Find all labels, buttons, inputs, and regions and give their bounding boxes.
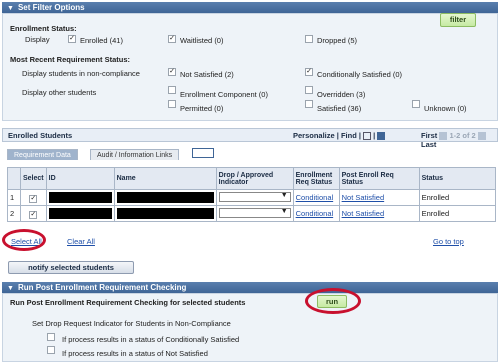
not-satisfied-drop-label: If process results in a status of Not Sa… — [62, 349, 208, 358]
permitted-checkbox[interactable] — [168, 100, 176, 108]
pager: First 1-2 of 2 Last — [421, 131, 497, 149]
other-students-label: Display other students — [22, 88, 97, 97]
download-icon[interactable] — [377, 132, 386, 141]
show-all-columns-icon[interactable] — [192, 148, 214, 158]
enrollment-component-checkbox[interactable] — [168, 86, 176, 94]
redacted-id — [48, 208, 112, 219]
waitlisted-label: Waitlisted (0) — [180, 36, 224, 45]
overridden-label: Overridden (3) — [317, 90, 366, 99]
col-select: Select — [20, 167, 47, 190]
personalize-link[interactable]: Personalize — [293, 131, 335, 140]
filter-section-title: Set Filter Options — [17, 3, 85, 12]
not-satisfied-checkbox[interactable]: ✓ — [168, 68, 176, 76]
dropdown-arrow-icon: ▼ — [280, 207, 288, 215]
enrolled-label: Enrolled (41) — [80, 36, 123, 45]
not-satisfied-label: Not Satisfied (2) — [180, 70, 234, 79]
run-section-title: Run Post Enrollment Requirement Checking — [17, 283, 187, 292]
find-link[interactable]: Find — [341, 131, 357, 140]
post-enroll-status-link[interactable]: Not Satisfied — [342, 193, 385, 202]
overridden-checkbox[interactable] — [305, 86, 313, 94]
highlight-oval-select-all — [2, 229, 46, 251]
enrollment-req-status-link[interactable]: Conditional — [296, 193, 334, 202]
col-post-enroll-status: Post Enroll Req Status — [338, 167, 420, 190]
cond-satisfied-checkbox[interactable]: ✓ — [305, 68, 313, 76]
tab-requirement-data[interactable]: Requirement Data — [7, 149, 78, 160]
run-subheading: Set Drop Request Indicator for Students … — [32, 319, 231, 328]
col-id: ID — [45, 167, 115, 190]
row-number: 2 — [7, 205, 21, 222]
enrolled-students-table: Select ID Name Drop / Approved Indicator… — [7, 167, 497, 222]
unknown-label: Unknown (0) — [424, 104, 467, 113]
col-status: Status — [418, 167, 497, 190]
permitted-label: Permitted (0) — [180, 104, 224, 113]
filter-button[interactable]: filter — [440, 13, 476, 27]
filter-section-header[interactable]: ▼ Set Filter Options — [2, 2, 498, 13]
notify-selected-button[interactable]: notify selected students — [8, 261, 134, 274]
noncompliance-label: Display students in non-compliance — [22, 69, 140, 78]
drop-indicator-select[interactable]: ▼ — [218, 191, 291, 202]
cond-satisfied-drop-checkbox[interactable] — [47, 333, 55, 341]
clear-all-link[interactable]: Clear All — [67, 237, 95, 246]
row-select-checkbox[interactable]: ✓ — [29, 194, 38, 203]
col-enrollment-req-status: Enrollment Req Status — [292, 167, 340, 190]
enrolled-students-title: Enrolled Students — [8, 131, 73, 140]
col-name: Name — [113, 167, 217, 190]
status-cell: Enrolled — [418, 189, 497, 206]
satisfied-label: Satisfied (36) — [317, 104, 362, 113]
pager-range: 1-2 of 2 — [449, 131, 476, 140]
view-all-icon[interactable] — [363, 132, 372, 141]
redacted-name — [116, 208, 214, 219]
requirement-status-heading: Most Recent Requirement Status: — [10, 55, 131, 64]
last-link[interactable]: Last — [421, 140, 436, 149]
col-drop-indicator: Drop / Approved Indicator — [215, 167, 294, 190]
next-arrow-icon[interactable] — [477, 132, 486, 141]
run-section-header[interactable]: ▼ Run Post Enrollment Requirement Checkin… — [2, 282, 498, 293]
status-cell: Enrolled — [418, 205, 497, 222]
highlight-oval-run — [305, 288, 361, 314]
drop-indicator-select[interactable]: ▼ — [218, 207, 291, 218]
cond-satisfied-label: Conditionally Satisfied (0) — [317, 70, 403, 79]
table-row: 1 ✓ ▼ Conditional Not Satisfied Enrolled — [7, 189, 497, 206]
go-to-top-link[interactable]: Go to top — [433, 237, 464, 246]
not-satisfied-drop-checkbox[interactable] — [47, 346, 55, 354]
unknown-checkbox[interactable] — [412, 100, 420, 108]
tab-audit-links[interactable]: Audit / Information Links — [90, 149, 180, 160]
row-select-checkbox[interactable]: ✓ — [29, 210, 38, 219]
dropdown-arrow-icon: ▼ — [280, 191, 288, 199]
post-enroll-status-link[interactable]: Not Satisfied — [342, 209, 385, 218]
satisfied-checkbox[interactable] — [305, 100, 313, 108]
enrollment-status-heading: Enrollment Status: — [10, 24, 77, 33]
redacted-name — [116, 192, 214, 203]
run-heading: Run Post Enrollment Requirement Checking… — [10, 298, 246, 307]
col-rownum — [7, 167, 21, 190]
table-row: 2 ✓ ▼ Conditional Not Satisfied Enrolled — [7, 205, 497, 222]
grid-navigation: Personalize | Find | | — [293, 131, 386, 141]
row-number: 1 — [7, 189, 21, 206]
enrolled-students-header: Enrolled Students Personalize | Find | |… — [2, 128, 498, 149]
prev-arrow-icon[interactable] — [439, 132, 448, 141]
display-label: Display — [25, 35, 50, 44]
dropped-label: Dropped (5) — [317, 36, 358, 45]
enrolled-checkbox[interactable]: ✓ — [68, 35, 76, 43]
waitlisted-checkbox[interactable]: ✓ — [168, 35, 176, 43]
enrollment-req-status-link[interactable]: Conditional — [296, 209, 334, 218]
first-link[interactable]: First — [421, 131, 437, 140]
cond-satisfied-drop-label: If process results in a status of Condit… — [62, 335, 240, 344]
enrollment-component-label: Enrollment Component (0) — [180, 90, 268, 99]
dropped-checkbox[interactable] — [305, 35, 313, 43]
redacted-id — [48, 192, 112, 203]
